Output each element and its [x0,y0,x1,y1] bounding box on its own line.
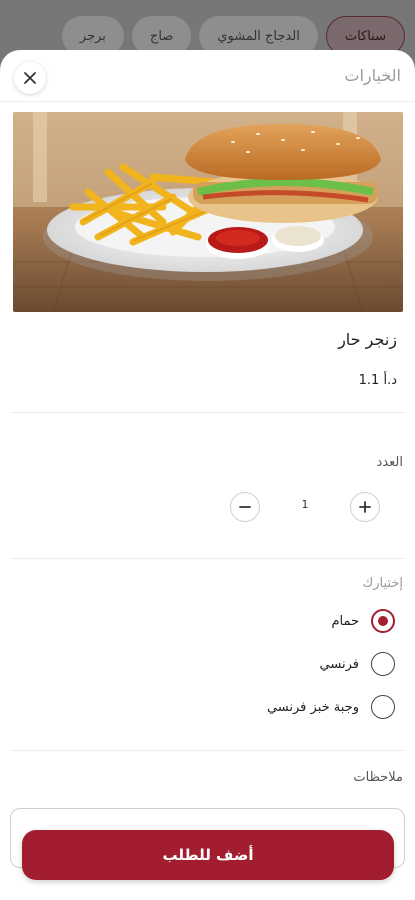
food-image [13,112,403,312]
add-to-order-button[interactable]: أضف للطلب [22,830,394,880]
item-name: زنجر حار [338,330,397,349]
radio-button-selected[interactable] [371,609,395,633]
divider [10,750,405,751]
radio-button[interactable] [371,652,395,676]
options-label: إختيارك [362,576,403,591]
increase-quantity-button[interactable] [350,492,380,522]
option-label: حمام [331,613,359,629]
option-item[interactable]: فرنسي [320,651,395,677]
option-label: وجبة خبز فرنسي [266,699,359,715]
options-sheet: الخيارات زنجر حار 1.1 د.أ العدد 1 إختيار… [0,50,415,900]
option-label: فرنسي [319,656,359,672]
item-price: 1.1 د.أ [358,373,397,388]
sheet-title: الخيارات [344,66,401,85]
quantity-stepper: 1 [230,490,380,524]
quantity-label: العدد [376,455,403,470]
notes-label: ملاحظات [353,770,403,785]
divider [10,412,405,413]
close-button[interactable] [14,62,46,94]
sheet-header: الخيارات [0,50,415,102]
quantity-value: 1 [301,498,309,511]
plus-icon [359,501,371,513]
option-item[interactable]: حمام [331,608,395,634]
decrease-quantity-button[interactable] [230,492,260,522]
minus-icon [239,506,251,508]
close-icon [24,72,36,84]
divider [10,558,405,559]
radio-button[interactable] [371,695,395,719]
option-item[interactable]: وجبة خبز فرنسي [267,694,395,720]
